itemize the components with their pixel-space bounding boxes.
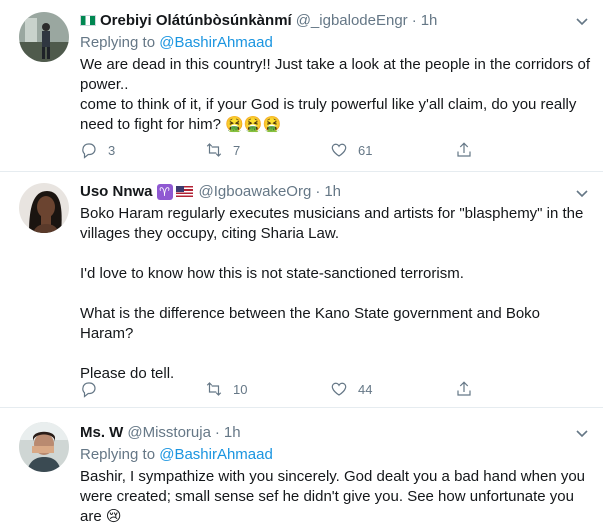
like-count: 61 [358, 142, 373, 158]
timestamp[interactable]: 1h [324, 182, 341, 201]
retweet-button[interactable]: 7 [205, 141, 330, 159]
reply-icon [82, 143, 96, 159]
tweet-paragraph: Bashir, I sympathize with you sincerely.… [80, 468, 586, 525]
separator-dot: · [411, 12, 417, 29]
user-handle[interactable]: @IgboawakeOrg [199, 182, 312, 201]
like-count: 44 [358, 381, 373, 397]
display-name[interactable]: Ms. W [80, 423, 123, 442]
avatar-ms-w[interactable] [19, 422, 69, 472]
chevron-down-icon[interactable] [575, 426, 589, 445]
retweet-count: 10 [233, 381, 248, 397]
display-name[interactable]: Uso Nnwa [80, 182, 153, 201]
tweet-header: Uso Nnwa ♈ @IgboawakeOrg · 1h [80, 182, 593, 201]
avatar-orebiyi[interactable] [19, 12, 69, 62]
reply-icon [82, 382, 96, 398]
tweet-1[interactable]: Orebiyi Olátúnbòsúnkànmí @_igbalodeEngr … [0, 0, 603, 172]
tweet-paragraph: We are dead in this country!! Just take … [80, 56, 591, 93]
timestamp[interactable]: 1h [224, 423, 241, 442]
tweet-text: We are dead in this country!! Just take … [80, 55, 593, 135]
tweet-header: Orebiyi Olátúnbòsúnkànmí @_igbalodeEngr … [80, 11, 593, 30]
retweet-button[interactable]: 10 [205, 380, 330, 398]
tweet-text: Boko Haram regularly executes musicians … [80, 204, 593, 384]
share-icon [457, 381, 471, 396]
retweet-icon [206, 143, 222, 157]
tweet-actions: 10 44 [80, 380, 580, 398]
timestamp[interactable]: 1h [421, 11, 438, 30]
share-button[interactable] [455, 141, 580, 159]
mention-link[interactable]: @BashirAhmaad [159, 446, 273, 463]
aries-icon: ♈ [156, 183, 173, 200]
heart-icon [331, 143, 347, 157]
chevron-down-icon[interactable] [575, 14, 589, 33]
replying-prefix: Replying to [80, 34, 156, 51]
separator-dot: · [315, 183, 321, 200]
tweet-paragraph: I'd love to know how this is not state-s… [80, 265, 464, 282]
like-button[interactable]: 61 [330, 141, 455, 159]
replying-to: Replying to @BashirAhmaad [80, 33, 593, 53]
user-handle[interactable]: @_igbalodeEngr [296, 11, 408, 30]
tweet-paragraph: What is the difference between the Kano … [80, 305, 541, 342]
like-button[interactable]: 44 [330, 380, 455, 398]
tweet-actions: 3 7 61 [80, 141, 580, 159]
user-handle[interactable]: @Misstoruja [127, 423, 211, 442]
tweet-paragraph: Boko Haram regularly executes musicians … [80, 205, 584, 242]
separator-dot: · [214, 424, 220, 441]
nigeria-flag-icon [80, 15, 96, 26]
reply-button[interactable] [80, 380, 205, 398]
replying-to: Replying to @BashirAhmaad [80, 445, 593, 465]
avatar-uso-nnwa[interactable] [19, 183, 69, 233]
mention-link[interactable]: @BashirAhmaad [159, 34, 273, 51]
retweet-icon [206, 382, 222, 396]
us-flag-icon [175, 186, 193, 197]
tweet-text: Bashir, I sympathize with you sincerely.… [80, 467, 593, 527]
tweet-header: Ms. W @Misstoruja · 1h [80, 423, 593, 442]
reply-button[interactable]: 3 [80, 141, 205, 159]
chevron-down-icon[interactable] [575, 186, 589, 205]
reply-count: 3 [108, 142, 116, 158]
vomit-emoji-icon: 🤮🤮🤮 [225, 116, 282, 133]
display-name[interactable]: Orebiyi Olátúnbòsúnkànmí [100, 11, 292, 30]
share-icon [457, 142, 471, 157]
tweet-3[interactable]: Ms. W @Misstoruja · 1h Replying to @Bash… [0, 408, 603, 527]
replying-prefix: Replying to [80, 446, 156, 463]
tweet-paragraph: come to think of it, if your God is trul… [80, 96, 577, 133]
retweet-count: 7 [233, 142, 241, 158]
share-button[interactable] [455, 380, 580, 398]
tweet-2[interactable]: Uso Nnwa ♈ @IgboawakeOrg · 1h Boko Haram… [0, 172, 603, 408]
heart-icon [331, 382, 347, 396]
crying-face-emoji-icon: 😢 [105, 508, 122, 525]
